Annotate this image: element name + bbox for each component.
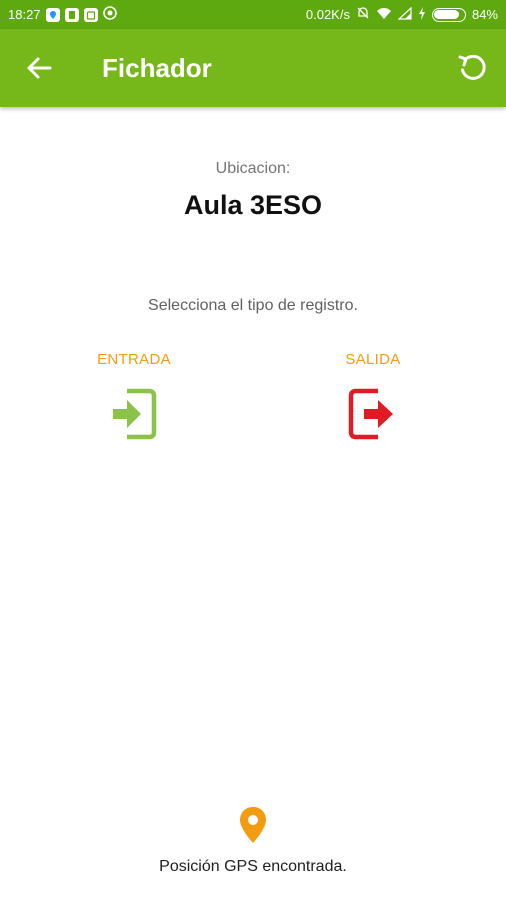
instruction-text: Selecciona el tipo de registro. — [148, 297, 358, 314]
entrada-label: ENTRADA — [97, 351, 171, 368]
status-left: 18:27 — [8, 6, 117, 23]
status-right: 0.02K/s 84% — [306, 6, 498, 23]
location-value: Aula 3ESO — [183, 190, 323, 220]
status-time: 18:27 — [8, 7, 41, 22]
calendar-app-icon — [83, 7, 98, 22]
charging-icon — [418, 6, 426, 23]
wifi-icon — [376, 7, 392, 23]
sign-in-icon — [113, 388, 157, 440]
entrada-button[interactable]: ENTRADA — [69, 350, 199, 440]
arrow-back-icon — [27, 57, 52, 79]
location-label: Ubicacion: — [215, 160, 291, 177]
battery-percent: 84% — [471, 7, 498, 22]
back-button[interactable] — [22, 53, 56, 83]
sim-app-icon — [64, 7, 79, 22]
battery-icon — [431, 7, 466, 22]
network-speed: 0.02K/s — [305, 7, 350, 22]
app-bar: Fichador — [0, 29, 506, 107]
refresh-button[interactable] — [454, 49, 492, 87]
status-bar: 18:27 0.02K/s 84% — [0, 0, 506, 29]
alarm-off-icon — [356, 6, 370, 23]
refresh-icon — [458, 54, 486, 80]
map-pin-icon — [240, 807, 266, 843]
whatsapp-icon — [102, 6, 117, 23]
sign-out-icon — [348, 388, 393, 440]
salida-button[interactable]: SALIDA — [308, 350, 438, 440]
salida-label: SALIDA — [345, 351, 401, 368]
signal-icon — [397, 6, 412, 23]
page-title: Fichador — [102, 53, 212, 83]
location-app-icon — [45, 7, 60, 22]
gps-status-text: Posición GPS encontrada. — [159, 858, 347, 875]
